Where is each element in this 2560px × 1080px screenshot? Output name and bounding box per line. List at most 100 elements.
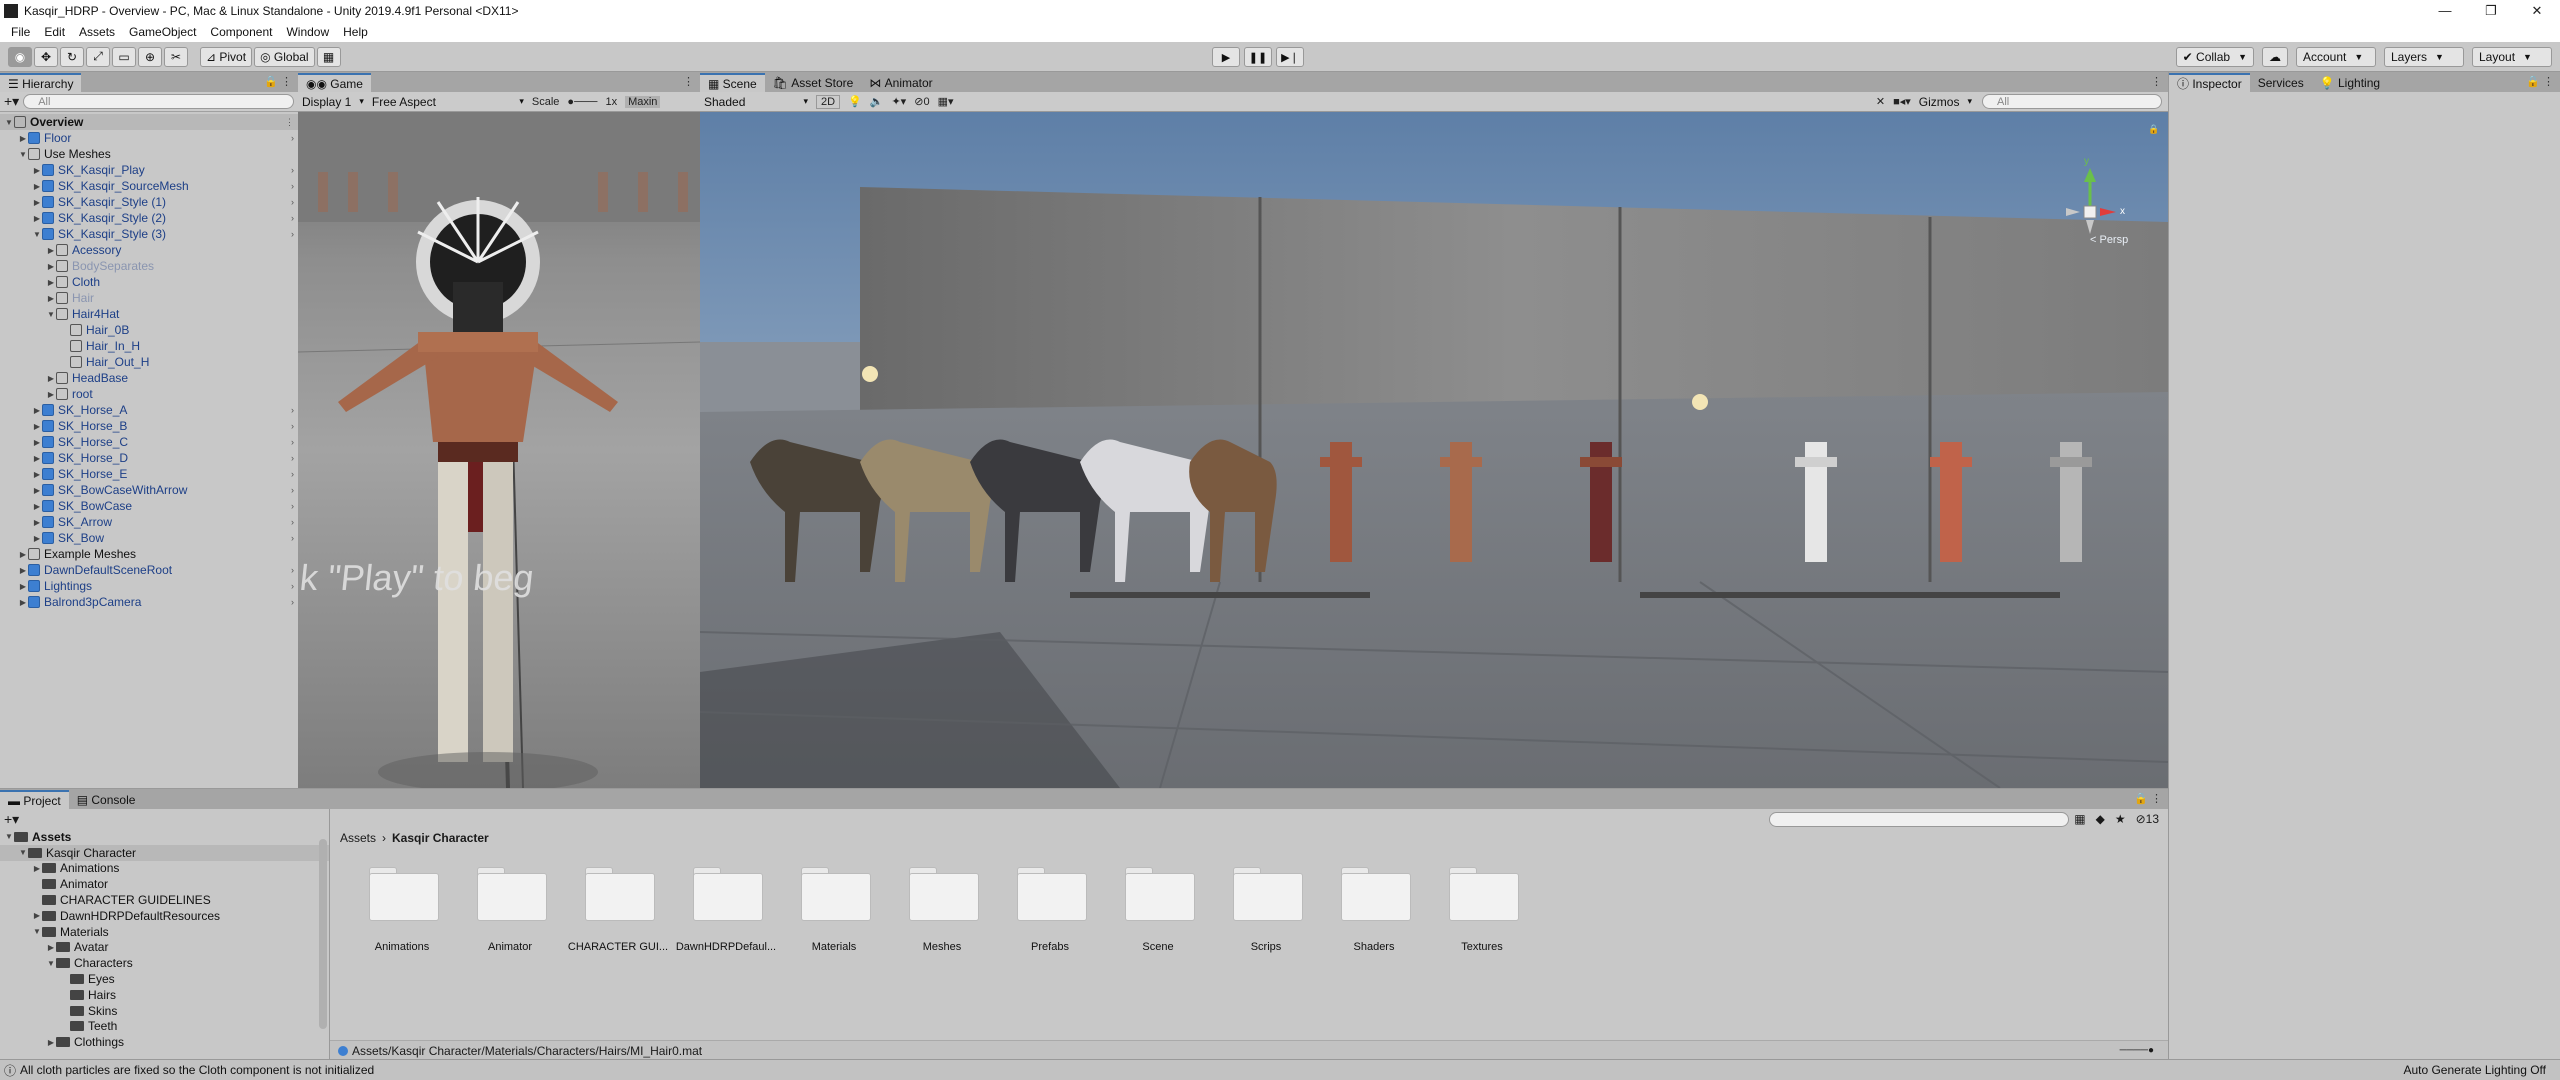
asset-folder-item[interactable]: Materials bbox=[780, 861, 888, 953]
filter-type-icon[interactable]: ▦ bbox=[2074, 812, 2085, 826]
display-dropdown[interactable]: Display 1 ▾ bbox=[298, 94, 368, 110]
scene-search-input[interactable]: All bbox=[1982, 94, 2162, 109]
minimize-button[interactable]: — bbox=[2422, 3, 2468, 19]
collapse-arrow-icon[interactable]: ▶ bbox=[32, 486, 42, 495]
hierarchy-row[interactable]: Hair_0B bbox=[0, 322, 298, 338]
gizmo-lock-icon[interactable]: 🔒 bbox=[2148, 124, 2159, 135]
prefab-open-chevron-icon[interactable]: › bbox=[291, 213, 294, 223]
collapse-arrow-icon[interactable]: ▶ bbox=[46, 294, 56, 303]
gizmos-dropdown[interactable]: Gizmos ▾ bbox=[1915, 94, 1976, 110]
account-dropdown[interactable]: Account ▼ bbox=[2296, 47, 2376, 67]
collapse-arrow-icon[interactable]: ▶ bbox=[18, 550, 28, 559]
tab-console[interactable]: ▤ Console bbox=[69, 790, 144, 809]
shading-mode-dropdown[interactable]: Shaded ▾ bbox=[700, 94, 812, 110]
tools-icon[interactable]: ✕ bbox=[1876, 95, 1885, 108]
scale-tool-icon[interactable]: ⤢ bbox=[86, 46, 110, 67]
collapse-arrow-icon[interactable]: ▶ bbox=[32, 518, 42, 527]
icon-size-slider[interactable]: ────● bbox=[2120, 1045, 2154, 1056]
hand-tool-icon[interactable]: ◉ bbox=[8, 46, 32, 67]
game-viewport[interactable]: k "Play" to beg bbox=[298, 112, 700, 788]
project-tree-item[interactable]: CHARACTER GUIDELINES bbox=[0, 892, 329, 908]
lighting-toggle-icon[interactable]: 💡 bbox=[848, 95, 862, 108]
project-tree-item[interactable]: ▶ Animations bbox=[0, 861, 329, 877]
menu-component[interactable]: Component bbox=[203, 25, 279, 39]
asset-folder-item[interactable]: Shaders bbox=[1320, 861, 1428, 953]
audio-toggle-icon[interactable]: 🔈 bbox=[870, 95, 884, 108]
prefab-open-chevron-icon[interactable]: › bbox=[291, 437, 294, 447]
persp-label[interactable]: < Persp bbox=[2090, 234, 2128, 246]
collapse-arrow-icon[interactable]: ▶ bbox=[32, 182, 42, 191]
tab-project[interactable]: ▬ Project bbox=[0, 790, 69, 809]
status-message[interactable]: All cloth particles are fixed so the Clo… bbox=[20, 1063, 374, 1077]
hierarchy-row[interactable]: ▶ DawnDefaultSceneRoot › bbox=[0, 562, 298, 578]
prefab-open-chevron-icon[interactable]: › bbox=[291, 485, 294, 495]
project-tree-item[interactable]: ▶ DawnHDRPDefaultResources bbox=[0, 908, 329, 924]
project-tree-item[interactable]: ▶ Clothings bbox=[0, 1034, 329, 1050]
asset-folder-item[interactable]: Scrips bbox=[1212, 861, 1320, 953]
hierarchy-row[interactable]: ▶ Floor › bbox=[0, 130, 298, 146]
hierarchy-row[interactable]: ▶ SK_Kasqir_Style (2) › bbox=[0, 210, 298, 226]
hierarchy-row[interactable]: ▶ root bbox=[0, 386, 298, 402]
tab-inspector[interactable]: ⓘ Inspector bbox=[2169, 73, 2250, 92]
hierarchy-row[interactable]: ▶ HeadBase bbox=[0, 370, 298, 386]
asset-folder-item[interactable]: Animations bbox=[348, 861, 456, 953]
expand-arrow-icon[interactable]: ▼ bbox=[32, 927, 42, 936]
prefab-open-chevron-icon[interactable]: › bbox=[291, 469, 294, 479]
collapse-arrow-icon[interactable]: ▶ bbox=[32, 438, 42, 447]
hierarchy-row[interactable]: ▶ BodySeparates bbox=[0, 258, 298, 274]
collapse-arrow-icon[interactable]: ▶ bbox=[46, 246, 56, 255]
hierarchy-row[interactable]: ▶ Example Meshes bbox=[0, 546, 298, 562]
asset-folder-item[interactable]: Meshes bbox=[888, 861, 996, 953]
collapse-arrow-icon[interactable]: ▶ bbox=[32, 198, 42, 207]
collab-dropdown[interactable]: ✔ Collab ▼ bbox=[2175, 47, 2254, 67]
hierarchy-menu-icon[interactable]: 🔒 ⋮ bbox=[264, 75, 292, 88]
hierarchy-row[interactable]: ▼ Hair4Hat bbox=[0, 306, 298, 322]
collapse-arrow-icon[interactable]: ▶ bbox=[46, 374, 56, 383]
collapse-arrow-icon[interactable]: ▶ bbox=[18, 598, 28, 607]
collapse-arrow-icon[interactable]: ▶ bbox=[32, 911, 42, 920]
collapse-arrow-icon[interactable]: ▶ bbox=[32, 422, 42, 431]
maximize-button[interactable]: ❐ bbox=[2468, 3, 2514, 19]
grid-toggle-icon[interactable]: ▦▾ bbox=[938, 95, 954, 108]
prefab-open-chevron-icon[interactable]: › bbox=[291, 581, 294, 591]
expand-arrow-icon[interactable]: ▼ bbox=[4, 118, 14, 127]
project-tree-item[interactable]: ▶ Avatar bbox=[0, 940, 329, 956]
hierarchy-row[interactable]: ▼ SK_Kasqir_Style (3) › bbox=[0, 226, 298, 242]
asset-folder-item[interactable]: Prefabs bbox=[996, 861, 1104, 953]
asset-folder-item[interactable]: Textures bbox=[1428, 861, 1536, 953]
project-tree-item[interactable]: Hairs bbox=[0, 987, 329, 1003]
prefab-open-chevron-icon[interactable]: › bbox=[291, 421, 294, 431]
pause-button[interactable]: ❚❚ bbox=[1244, 47, 1272, 67]
inspector-menu-icon[interactable]: 🔒 ⋮ bbox=[2526, 75, 2554, 88]
scene-menu-icon[interactable]: ⋮ bbox=[2151, 75, 2162, 88]
project-tree-item[interactable]: ▼ Materials bbox=[0, 924, 329, 940]
global-toggle[interactable]: ◎ Global bbox=[254, 46, 315, 67]
project-tree-item[interactable]: ▼ Kasqir Character bbox=[0, 844, 329, 861]
expand-arrow-icon[interactable]: ▼ bbox=[46, 959, 56, 968]
prefab-open-chevron-icon[interactable]: › bbox=[291, 197, 294, 207]
collapse-arrow-icon[interactable]: ▶ bbox=[32, 864, 42, 873]
tree-scrollbar[interactable] bbox=[319, 839, 327, 1029]
tab-lighting[interactable]: 💡 Lighting bbox=[2312, 73, 2388, 92]
hierarchy-row[interactable]: ▶ Cloth bbox=[0, 274, 298, 290]
project-tree-item[interactable]: Skins bbox=[0, 1003, 329, 1019]
breadcrumb-assets[interactable]: Assets bbox=[340, 831, 376, 845]
menu-window[interactable]: Window bbox=[279, 25, 336, 39]
collapse-arrow-icon[interactable]: ▶ bbox=[32, 502, 42, 511]
hierarchy-search-input[interactable]: All bbox=[23, 94, 294, 109]
prefab-open-chevron-icon[interactable]: › bbox=[291, 533, 294, 543]
collapse-arrow-icon[interactable]: ▶ bbox=[46, 390, 56, 399]
project-menu-icon[interactable]: 🔒 ⋮ bbox=[2134, 792, 2162, 805]
hierarchy-row[interactable]: ▼ Overview ⋮ bbox=[0, 114, 298, 130]
hierarchy-row[interactable]: ▶ SK_Kasqir_Play › bbox=[0, 162, 298, 178]
rect-tool-icon[interactable]: ▭ bbox=[112, 46, 136, 67]
collapse-arrow-icon[interactable]: ▶ bbox=[18, 582, 28, 591]
rotate-tool-icon[interactable]: ↻ bbox=[60, 46, 84, 67]
favorite-star-icon[interactable]: ★ bbox=[2115, 812, 2126, 826]
project-create-icon[interactable]: +▾ bbox=[4, 811, 19, 828]
expand-arrow-icon[interactable]: ▼ bbox=[46, 310, 56, 319]
asset-folder-item[interactable]: Animator bbox=[456, 861, 564, 953]
menu-assets[interactable]: Assets bbox=[72, 25, 122, 39]
2d-toggle[interactable]: 2D bbox=[816, 94, 841, 109]
prefab-open-chevron-icon[interactable]: › bbox=[291, 181, 294, 191]
